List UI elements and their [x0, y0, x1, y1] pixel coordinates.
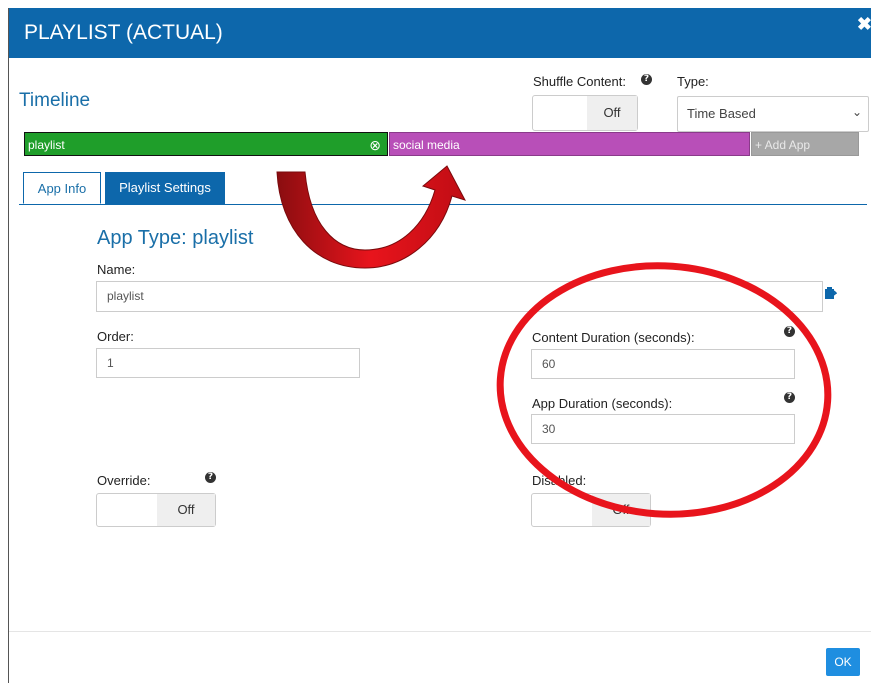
override-toggle-off-label: Off [157, 494, 215, 526]
shuffle-toggle-off-label: Off [587, 96, 637, 130]
app-duration-help-icon[interactable]: ? [784, 392, 795, 403]
dialog-titlebar: PLAYLIST (ACTUAL) ✖ [9, 8, 871, 58]
shuffle-content-toggle[interactable]: Off [532, 95, 638, 131]
disabled-label: Disabled: [532, 473, 587, 488]
type-select[interactable]: Time Based ⌄ [677, 96, 869, 132]
chevron-down-icon: ⌄ [851, 105, 862, 119]
override-toggle[interactable]: Off [96, 493, 216, 527]
order-input[interactable]: 1 [96, 348, 360, 378]
app-type-heading: App Type: playlist [97, 227, 254, 249]
content-duration-label: Content Duration (seconds): [532, 330, 695, 345]
disabled-toggle[interactable]: Off [531, 493, 651, 527]
app-duration-label: App Duration (seconds): [532, 396, 673, 411]
timeline-heading: Timeline [19, 90, 91, 111]
name-input-value: playlist [107, 289, 144, 303]
dialog-title: PLAYLIST (ACTUAL) [24, 21, 223, 44]
override-help-icon[interactable]: ? [205, 472, 216, 483]
timeline-app-playlist[interactable]: playlist ⊗ [24, 132, 388, 156]
name-input[interactable]: playlist [96, 281, 823, 312]
app-duration-input[interactable]: 30 [531, 414, 795, 444]
playlist-dialog: PLAYLIST (ACTUAL) ✖ Timeline Shuffle Con… [8, 8, 871, 683]
timeline-bar: playlist ⊗ social media + Add App [24, 132, 859, 158]
timeline-app-social-media[interactable]: social media [389, 132, 750, 156]
type-label: Type: [677, 74, 709, 89]
remove-app-icon[interactable]: ⊗ [369, 133, 381, 157]
close-icon[interactable]: ✖ [857, 14, 871, 35]
content-duration-input[interactable]: 60 [531, 349, 795, 379]
add-app-button[interactable]: + Add App [751, 132, 859, 156]
timeline-app-label: playlist [28, 138, 65, 152]
disabled-toggle-off-label: Off [592, 494, 650, 526]
shuffle-content-label: Shuffle Content: [533, 74, 626, 89]
tab-playlist-settings[interactable]: Playlist Settings [105, 172, 225, 205]
tab-app-info[interactable]: App Info [23, 172, 101, 204]
timeline-app-label: social media [393, 138, 460, 152]
ok-button[interactable]: OK [826, 648, 860, 676]
app-duration-value: 30 [542, 422, 556, 436]
footer-divider [9, 631, 871, 632]
name-label: Name: [97, 262, 136, 277]
content-duration-help-icon[interactable]: ? [784, 326, 795, 337]
order-label: Order: [97, 329, 134, 344]
content-duration-value: 60 [542, 357, 556, 371]
shuffle-help-icon[interactable]: ? [641, 74, 652, 85]
order-input-value: 1 [107, 356, 114, 370]
clipboard-icon[interactable] [823, 286, 837, 300]
override-label: Override: [97, 473, 151, 488]
type-selected-value: Time Based [687, 106, 756, 121]
